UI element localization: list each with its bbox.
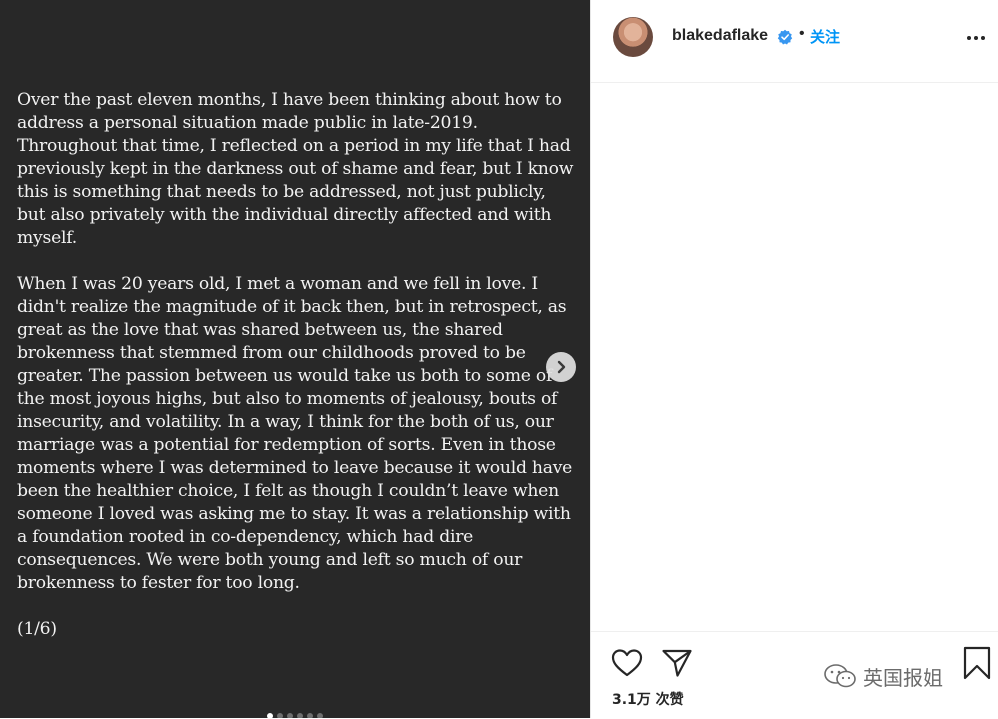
carousel-dot xyxy=(307,713,313,718)
more-dot-icon xyxy=(974,36,978,40)
header-separator: • xyxy=(799,25,805,42)
username-link[interactable]: blakedaflake xyxy=(672,27,768,45)
wechat-logo-icon xyxy=(824,664,856,688)
next-slide-button[interactable] xyxy=(546,352,576,382)
carousel-dot xyxy=(287,713,293,718)
action-bar: 英国报姐 3.1万 次赞 xyxy=(591,631,998,719)
post-header: blakedaflake • 关注 xyxy=(591,0,998,83)
chevron-right-icon xyxy=(557,360,566,374)
watermark-text: 英国报姐 xyxy=(863,665,943,690)
post-paragraph-2: When I was 20 years old, I met a woman a… xyxy=(17,274,573,593)
carousel-dot xyxy=(277,713,283,718)
carousel-dot xyxy=(317,713,323,718)
bookmark-icon[interactable] xyxy=(962,646,992,680)
carousel-dot xyxy=(297,713,303,718)
likes-count[interactable]: 3.1万 次赞 xyxy=(612,689,684,709)
more-options-button[interactable] xyxy=(967,36,989,42)
post-side-panel: blakedaflake • 关注 英国报姐 3.1万 次赞 xyxy=(590,0,998,718)
avatar[interactable] xyxy=(613,17,653,57)
verified-badge-icon xyxy=(777,29,793,45)
post-paragraph-1: Over the past eleven months, I have been… xyxy=(17,90,574,248)
post-text: Over the past eleven months, I have been… xyxy=(17,89,577,664)
share-icon[interactable] xyxy=(661,647,693,679)
post-page-indicator: (1/6) xyxy=(17,619,57,639)
more-dot-icon xyxy=(981,36,985,40)
post-image: Over the past eleven months, I have been… xyxy=(0,0,590,718)
carousel-dot xyxy=(267,713,273,718)
heart-icon[interactable] xyxy=(611,648,643,678)
wechat-watermark: 英国报姐 xyxy=(823,662,943,690)
more-dot-icon xyxy=(967,36,971,40)
follow-button[interactable]: 关注 xyxy=(810,26,840,47)
carousel-dots xyxy=(0,713,590,718)
